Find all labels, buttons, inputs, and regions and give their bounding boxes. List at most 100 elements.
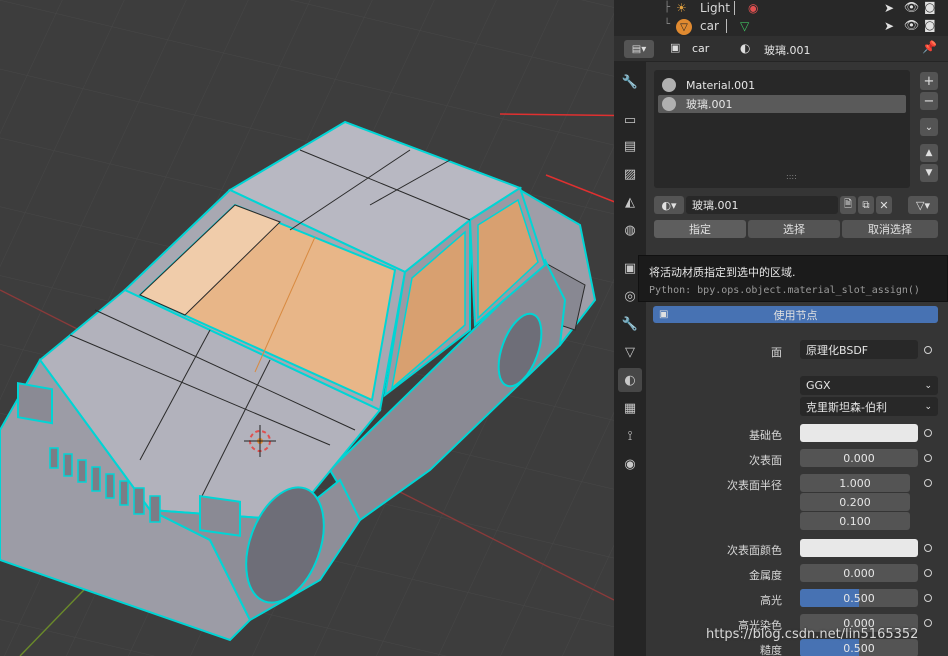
- use-nodes-label: 使用节点: [773, 308, 818, 322]
- subsurface-radius-x[interactable]: 1.000: [800, 474, 910, 492]
- link-socket-icon[interactable]: [920, 450, 936, 466]
- constraint-icon: ⟟: [627, 428, 633, 444]
- light-icon: ☀: [676, 1, 687, 15]
- tab-wrench[interactable]: 🔧: [618, 312, 642, 336]
- link-socket-icon[interactable]: [920, 342, 936, 358]
- link-socket-icon[interactable]: [920, 425, 936, 441]
- mesh-icon: ▽: [676, 19, 692, 35]
- remove-slot-button[interactable]: −: [920, 92, 938, 110]
- fake-user-icon[interactable]: 🗎: [840, 196, 856, 214]
- link-type-button[interactable]: ▽▾: [908, 196, 938, 214]
- roughness-value: 0.500: [843, 641, 875, 655]
- outliner-label: car: [700, 19, 719, 33]
- select-arrow-icon[interactable]: ➤: [884, 1, 894, 15]
- watermark-text: https://blog.csdn.net/lin5165352: [706, 627, 919, 642]
- surface-shader-field[interactable]: 原理化BSDF: [800, 340, 918, 359]
- breadcrumb-object[interactable]: car: [692, 42, 709, 55]
- outliner-row-car[interactable]: └ ▽ car ▽ ➤ 👁 ◙: [614, 18, 948, 36]
- tab-world[interactable]: ◍: [618, 218, 642, 242]
- subsurface-color-swatch[interactable]: [800, 539, 918, 557]
- material-slot-label: 玻璃.001: [686, 98, 733, 111]
- properties-header: ▤▾ ▣ car ◐ 玻璃.001 📌: [614, 36, 948, 62]
- wrench-icon: 🔧: [621, 316, 639, 332]
- outliner: ├ ☀ Light ◉ ➤ 👁 ◙ └ ▽ car ▽ ➤ 👁 ◙: [614, 0, 948, 36]
- tab-physics[interactable]: ◉: [618, 452, 642, 476]
- mesh-data-icon: ▽: [625, 344, 635, 360]
- browse-material-button[interactable]: ◐▾: [654, 196, 684, 214]
- deselect-button[interactable]: 取消选择: [842, 220, 938, 238]
- tab-constraints[interactable]: ⟟: [618, 424, 642, 448]
- duplicate-icon[interactable]: ⧉: [858, 196, 874, 214]
- subsurface-radius-z[interactable]: 0.100: [800, 512, 910, 530]
- subsurface-method-dropdown[interactable]: 克里斯坦森-伯利 ⌄: [800, 397, 938, 416]
- surface-shader-value: 原理化BSDF: [806, 343, 869, 357]
- tooltip: 将活动材质指定到选中的区域. Python: bpy.ops.object.ma…: [638, 255, 948, 302]
- link-socket-icon[interactable]: [920, 590, 936, 606]
- tooltip-python: Python: bpy.ops.object.material_slot_ass…: [649, 285, 920, 296]
- radius-z-value: 0.100: [839, 514, 871, 528]
- move-down-button[interactable]: ▼: [920, 164, 938, 182]
- world-icon: ◍: [624, 222, 636, 238]
- metallic-label: 金属度: [749, 569, 782, 582]
- tree-branch-icon: ├: [664, 2, 671, 13]
- assign-button[interactable]: 指定: [654, 220, 746, 238]
- outliner-row-light[interactable]: ├ ☀ Light ◉ ➤ 👁 ◙: [614, 0, 948, 18]
- add-slot-button[interactable]: +: [920, 72, 938, 90]
- mesh-data-icon: ▽: [740, 19, 750, 33]
- tab-render[interactable]: ▭: [618, 108, 642, 132]
- deselect-label: 取消选择: [868, 223, 912, 236]
- move-up-button[interactable]: ▲: [920, 144, 938, 162]
- tab-texture[interactable]: ▦: [618, 396, 642, 420]
- material-name-field[interactable]: 玻璃.001: [686, 196, 838, 214]
- use-nodes-button[interactable]: ▣ 使用节点: [653, 306, 938, 323]
- tab-material[interactable]: ◐: [618, 368, 642, 392]
- distribution-value: GGX: [806, 379, 831, 392]
- editor-type-button[interactable]: ▤▾: [624, 40, 654, 58]
- select-button[interactable]: 选择: [748, 220, 840, 238]
- material-slot-item[interactable]: Material.001: [658, 76, 906, 94]
- specular-label: 高光: [760, 594, 782, 607]
- object-icon: ▣: [623, 260, 637, 276]
- camera-icon[interactable]: ◙: [924, 0, 936, 14]
- link-socket-icon[interactable]: [920, 475, 936, 491]
- unlink-icon[interactable]: ✕: [876, 196, 892, 214]
- tab-output[interactable]: ▤: [618, 134, 642, 158]
- metallic-value: 0.000: [843, 566, 875, 580]
- tab-scene[interactable]: ◭: [618, 190, 642, 214]
- radius-x-value: 1.000: [839, 476, 871, 490]
- physics-icon: ◉: [624, 456, 636, 472]
- link-socket-icon[interactable]: [920, 615, 936, 631]
- eye-icon[interactable]: 👁: [904, 0, 919, 14]
- material-slot-list[interactable]: Material.001 玻璃.001 ::::: [654, 70, 910, 188]
- distribution-dropdown[interactable]: GGX ⌄: [800, 376, 938, 395]
- metallic-field[interactable]: 0.000: [800, 564, 918, 582]
- resize-grip[interactable]: ::::: [786, 172, 797, 181]
- chevron-down-icon[interactable]: ⌄: [920, 118, 938, 136]
- tool-icon: 🔧: [621, 74, 639, 90]
- subsurface-field[interactable]: 0.000: [800, 449, 918, 467]
- link-socket-icon[interactable]: [920, 540, 936, 556]
- tab-data[interactable]: ▽: [618, 340, 642, 364]
- material-icon: ◐: [624, 372, 636, 388]
- roughness-label: 糙度: [760, 644, 782, 656]
- subsurface-label: 次表面: [749, 454, 782, 467]
- tab-tool[interactable]: 🔧: [618, 70, 642, 94]
- material-name-text: 玻璃.001: [692, 199, 739, 212]
- link-socket-icon[interactable]: [920, 565, 936, 581]
- base-color-swatch[interactable]: [800, 424, 918, 442]
- select-arrow-icon[interactable]: ➤: [884, 19, 894, 33]
- subsurface-radius-y[interactable]: 0.200: [800, 493, 910, 511]
- breadcrumb-material[interactable]: 玻璃.001: [764, 42, 811, 58]
- tab-view-layer[interactable]: ▨: [618, 162, 642, 186]
- specular-slider[interactable]: 0.500: [800, 589, 918, 607]
- light-data-icon: ◉: [748, 1, 759, 15]
- node-icon: ▣: [659, 309, 669, 320]
- properties-editor: ▤▾ ▣ car ◐ 玻璃.001 📌 🔧 ▭ ▤ ▨ ◭ ◍ ▣ ◎ 🔧 ▽ …: [614, 36, 948, 656]
- camera-icon[interactable]: ◙: [924, 18, 936, 32]
- chevron-down-icon: ⌄: [924, 380, 932, 391]
- material-sphere-icon: [662, 78, 676, 92]
- select-label: 选择: [783, 223, 805, 236]
- pin-icon[interactable]: 📌: [922, 40, 937, 54]
- material-slot-item-selected[interactable]: 玻璃.001: [658, 95, 906, 113]
- eye-icon[interactable]: 👁: [904, 18, 919, 32]
